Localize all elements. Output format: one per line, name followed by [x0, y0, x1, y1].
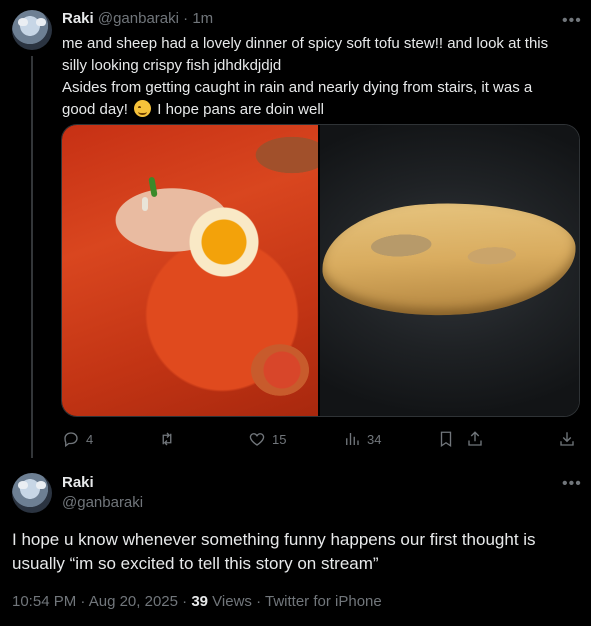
stew-photo[interactable] — [62, 125, 318, 416]
analytics-icon — [346, 433, 359, 445]
reply-count: 4 — [86, 431, 94, 447]
views-button[interactable]: 34 — [343, 430, 381, 448]
avatar[interactable] — [12, 473, 52, 513]
timestamp[interactable]: 1m — [192, 10, 213, 27]
tweet-text-line: me and sheep had a lovely dinner of spic… — [62, 35, 549, 52]
separator: · — [76, 593, 89, 610]
display-name[interactable]: Raki — [62, 10, 94, 27]
tweet-header: Raki @ganbaraki · 1m — [62, 10, 213, 27]
heart-icon — [249, 433, 265, 446]
separator: · — [251, 593, 265, 610]
share-icon — [468, 431, 482, 446]
tweet-actions: 4 15 34 — [0, 430, 591, 450]
download-icon — [560, 432, 574, 446]
views-label: Views — [208, 593, 252, 610]
avatar[interactable] — [12, 10, 52, 50]
handle[interactable]: @ganbaraki — [62, 494, 143, 511]
post-time[interactable]: 10:54 PM — [12, 593, 76, 610]
tweet-meta: 10:54 PM · Aug 20, 2025 · 39 Views · Twi… — [12, 593, 382, 610]
separator: · — [177, 593, 192, 610]
post-date[interactable]: Aug 20, 2025 — [89, 593, 178, 610]
tweet-text-line: good day! I hope pans are doin well — [62, 99, 582, 121]
like-button[interactable]: 15 — [248, 430, 286, 448]
fish-photo[interactable] — [319, 125, 579, 416]
post-source: Twitter for iPhone — [265, 593, 382, 610]
tweet-text-line: Asides from getting caught in rain and n… — [62, 79, 533, 96]
repost-button[interactable] — [158, 430, 182, 448]
share-button[interactable] — [466, 430, 484, 448]
more-options-icon[interactable]: ••• — [562, 12, 582, 30]
tweet-text-line: I hope u know whenever something funny h… — [12, 530, 536, 549]
tweet-text-line: silly looking crispy fish jdhdkdjdjd — [62, 57, 282, 74]
media-grid — [61, 124, 580, 417]
fried-fish — [319, 196, 579, 322]
tweet-text: me and sheep had a lovely dinner of spic… — [62, 33, 582, 121]
like-count: 15 — [272, 431, 287, 447]
display-name[interactable]: Raki — [62, 474, 94, 491]
tweet-text-fragment: good day! — [62, 101, 128, 118]
tweet-text-fragment: I hope pans are doin well — [153, 101, 325, 118]
views-count: 39 — [191, 593, 209, 610]
bookmark-button[interactable] — [437, 430, 455, 448]
bookmark-icon — [440, 431, 452, 448]
reply-icon — [64, 432, 78, 448]
thread-line — [31, 56, 33, 458]
tweet-text: I hope u know whenever something funny h… — [12, 528, 582, 576]
download-button[interactable] — [558, 430, 576, 448]
view-count: 34 — [367, 431, 382, 447]
more-options-icon[interactable]: ••• — [562, 475, 582, 493]
smiling-face-emoji-icon — [134, 100, 152, 117]
tweet-text-line: usually “im so excited to tell this stor… — [12, 554, 379, 573]
repost-icon — [162, 432, 172, 446]
reply-button[interactable]: 4 — [62, 430, 93, 448]
separator: · — [178, 10, 193, 27]
handle[interactable]: @ganbaraki — [98, 10, 179, 27]
